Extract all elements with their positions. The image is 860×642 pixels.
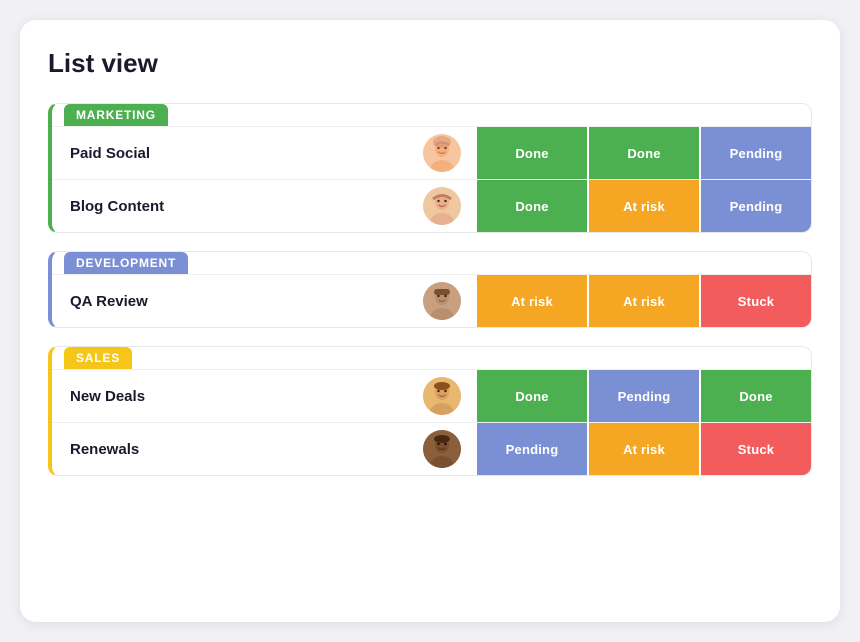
status-badge[interactable]: Done [589, 127, 699, 179]
avatar [423, 187, 461, 225]
table-row: Blog Content DoneAt riskPending [52, 179, 811, 232]
status-badge[interactable]: Pending [701, 127, 811, 179]
group-marketing: MARKETINGPaid Social DoneDonePendingBlog… [48, 103, 812, 233]
row-label: New Deals [52, 372, 423, 421]
status-badge[interactable]: Done [477, 127, 587, 179]
status-badge[interactable]: Stuck [701, 275, 811, 327]
status-badge[interactable]: Pending [701, 180, 811, 232]
table-row: Renewals PendingAt riskStuck [52, 422, 811, 475]
group-header-marketing: MARKETING [64, 104, 168, 126]
avatar [423, 134, 461, 172]
status-badge[interactable]: At risk [589, 275, 699, 327]
status-badge[interactable]: Done [477, 370, 587, 422]
page-title: List view [48, 48, 812, 79]
status-cells: DoneDonePending [477, 127, 811, 179]
status-cells: DoneAt riskPending [477, 180, 811, 232]
status-badge[interactable]: Stuck [701, 423, 811, 475]
avatar [423, 282, 461, 320]
group-header-development: DEVELOPMENT [64, 252, 188, 274]
status-cells: At riskAt riskStuck [477, 275, 811, 327]
table-row: Paid Social DoneDonePending [52, 126, 811, 179]
status-badge[interactable]: Done [701, 370, 811, 422]
status-cells: PendingAt riskStuck [477, 423, 811, 475]
group-header-sales: SALES [64, 347, 132, 369]
row-label: QA Review [52, 277, 423, 326]
table-row: New Deals DonePendingDone [52, 369, 811, 422]
status-badge[interactable]: At risk [589, 180, 699, 232]
row-label: Paid Social [52, 129, 423, 178]
status-badge[interactable]: Done [477, 180, 587, 232]
table-row: QA Review At riskAt riskStuck [52, 274, 811, 327]
main-card: List view MARKETINGPaid Social DoneDoneP… [20, 20, 840, 622]
status-badge[interactable]: At risk [589, 423, 699, 475]
status-badge[interactable]: Pending [477, 423, 587, 475]
status-badge[interactable]: Pending [589, 370, 699, 422]
group-development: DEVELOPMENTQA Review At riskAt riskStuck [48, 251, 812, 328]
avatar [423, 377, 461, 415]
avatar [423, 430, 461, 468]
group-sales: SALESNew Deals DonePendingDoneRenewals P… [48, 346, 812, 476]
row-label: Renewals [52, 425, 423, 474]
row-label: Blog Content [52, 182, 423, 231]
status-badge[interactable]: At risk [477, 275, 587, 327]
status-cells: DonePendingDone [477, 370, 811, 422]
